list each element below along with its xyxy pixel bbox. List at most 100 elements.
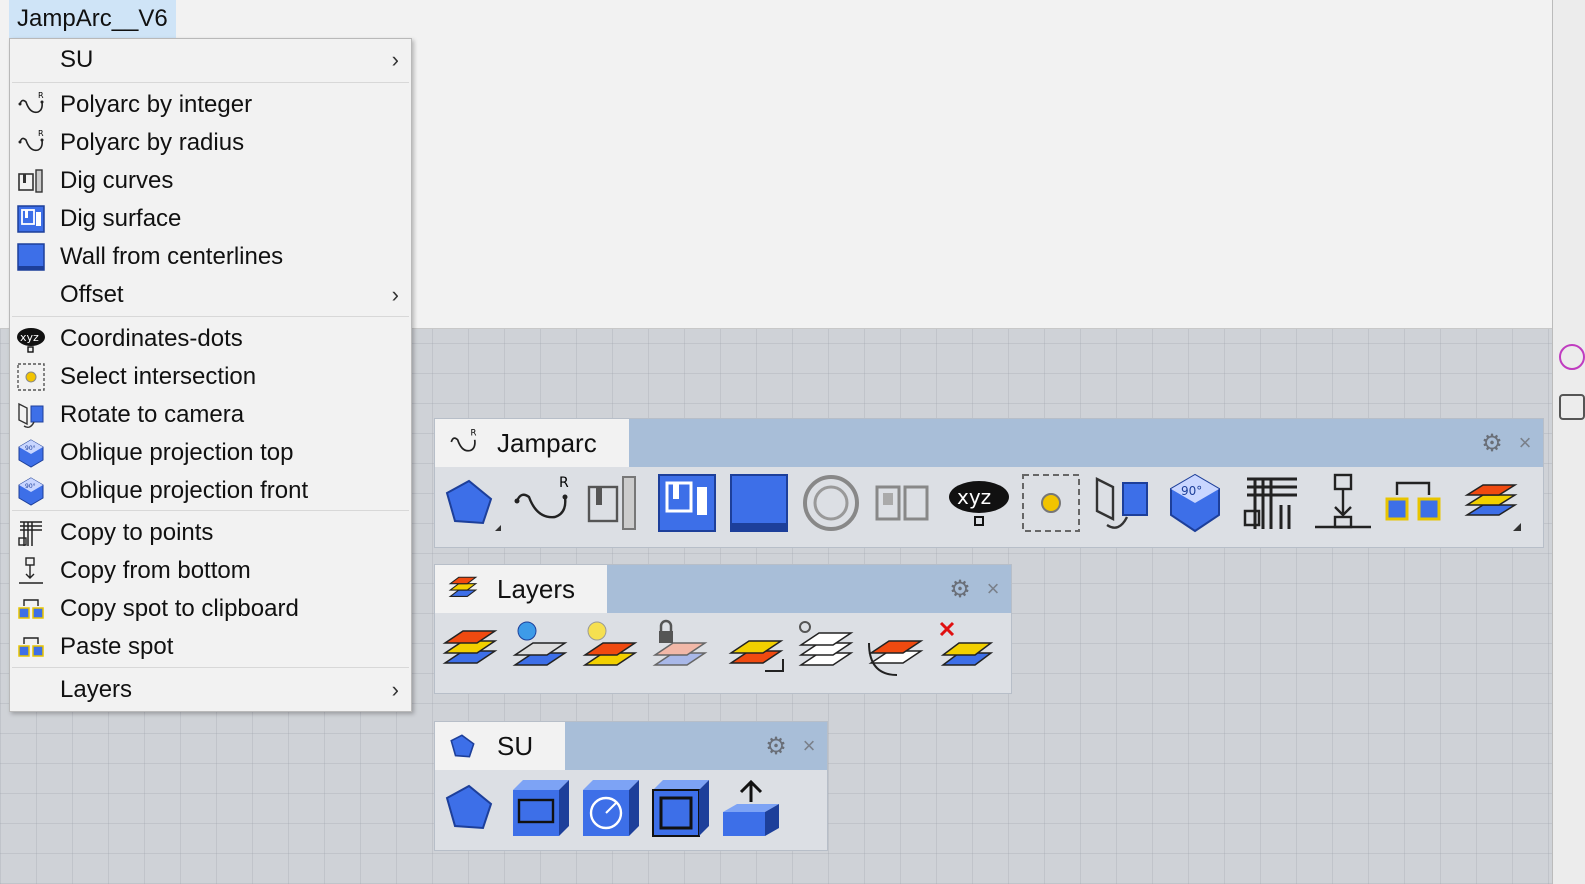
right-side-strip xyxy=(1552,0,1585,884)
gear-icon[interactable]: ⚙ xyxy=(1479,431,1505,457)
gear-icon[interactable]: ⚙ xyxy=(763,734,789,760)
menu-separator xyxy=(12,316,409,317)
toolbar-body xyxy=(435,770,827,850)
menu-item-label: Wall from centerlines xyxy=(60,243,284,270)
copy-spot-icon xyxy=(18,599,44,619)
layer-swap-icon[interactable] xyxy=(865,619,929,683)
menu-item-label: Polyarc by integer xyxy=(60,91,253,118)
menu-item-polyarc-by-radius[interactable]: R Polyarc by radius xyxy=(10,125,411,161)
oblique-front-icon: 90° xyxy=(18,477,44,506)
wall-icon[interactable] xyxy=(727,471,791,535)
menu-item-label: Select intersection xyxy=(60,363,257,390)
menu-item-layers[interactable]: Layers › xyxy=(10,672,411,708)
close-icon[interactable]: × xyxy=(983,577,1003,601)
menu-item-oblique-projection-front[interactable]: 90° Oblique projection front xyxy=(10,473,411,509)
gear-icon[interactable]: ⚙ xyxy=(947,577,973,603)
toolbar-su: SU ⚙ × xyxy=(434,721,828,851)
select-intersection-icon[interactable] xyxy=(1019,471,1083,535)
shape-tool-icon xyxy=(450,734,475,758)
menu-item-paste-spot[interactable]: Paste spot xyxy=(10,629,411,665)
svg-text:R: R xyxy=(470,429,476,439)
copy-bottom-icon[interactable] xyxy=(1311,471,1375,535)
shape-tool-icon[interactable] xyxy=(439,776,503,840)
toolbar-tab[interactable]: Layers xyxy=(435,565,607,613)
menu-item-copy-to-points[interactable]: Copy to points xyxy=(10,515,411,551)
menu-item-label: Dig surface xyxy=(60,205,182,232)
toolbar-title: Jamparc xyxy=(497,428,597,458)
menu-item-label: Oblique projection top xyxy=(60,439,294,466)
square-box-icon[interactable] xyxy=(649,776,713,840)
oblique-top-icon[interactable]: 90° xyxy=(1163,471,1227,535)
svg-text:xyz: xyz xyxy=(20,331,39,344)
chevron-right-icon: › xyxy=(391,677,399,702)
menu-item-copy-spot-to-clipboard[interactable]: Copy spot to clipboard xyxy=(10,591,411,627)
menu-title-tab[interactable]: JampArc__V6 xyxy=(9,0,176,38)
offset-curves-icon[interactable] xyxy=(871,471,935,535)
menu-item-label: Copy from bottom xyxy=(60,557,251,584)
menu-item-su[interactable]: SU › xyxy=(10,42,411,78)
menu-item-oblique-projection-top[interactable]: 90° Oblique projection top xyxy=(10,435,411,471)
toolbar-title: SU xyxy=(497,731,534,761)
svg-text:xyz: xyz xyxy=(957,485,991,509)
toolbar-body xyxy=(435,613,1011,693)
color-wheel-icon[interactable] xyxy=(1559,344,1585,370)
svg-text:R: R xyxy=(38,129,44,138)
close-icon[interactable]: × xyxy=(1515,431,1535,455)
layer-delete-icon[interactable] xyxy=(935,619,999,683)
menu-item-polyarc-by-integer[interactable]: R Polyarc by integer xyxy=(10,87,411,123)
menu-separator xyxy=(12,667,409,668)
chevron-right-icon: › xyxy=(391,282,399,307)
dig-surface-icon[interactable] xyxy=(655,471,719,535)
shape-tool-icon[interactable] xyxy=(439,471,503,535)
menu-item-wall-from-centerlines[interactable]: Wall from centerlines xyxy=(10,239,411,275)
menu-item-copy-from-bottom[interactable]: Copy from bottom xyxy=(10,553,411,589)
layers-icon[interactable] xyxy=(1459,471,1523,535)
panel-icon[interactable] xyxy=(1559,394,1585,420)
menu-item-coordinates-dots[interactable]: xyz Coordinates-dots xyxy=(10,321,411,357)
layer-visibility-icon[interactable] xyxy=(509,619,573,683)
svg-text:90°: 90° xyxy=(1181,484,1202,498)
menu-item-dig-curves[interactable]: Dig curves xyxy=(10,163,411,199)
menu-item-select-intersection[interactable]: Select intersection xyxy=(10,359,411,395)
copy-spot-icon[interactable] xyxy=(1383,471,1447,535)
close-icon[interactable]: × xyxy=(799,734,819,758)
layer-light-icon[interactable] xyxy=(579,619,643,683)
rectangle-box-icon[interactable] xyxy=(509,776,573,840)
wall-icon xyxy=(17,243,45,271)
toolbar-tab[interactable]: SU xyxy=(435,722,565,770)
rotate-camera-icon[interactable] xyxy=(1091,471,1155,535)
toolbar-tab[interactable]: R Jamparc xyxy=(435,419,629,467)
copy-points-icon[interactable] xyxy=(1239,471,1303,535)
menu-item-label: Paste spot xyxy=(60,633,174,660)
polyarc-radius-icon: R xyxy=(18,129,44,152)
menu-item-label: Polyarc by radius xyxy=(60,129,245,156)
layers-manager-icon[interactable] xyxy=(439,619,503,683)
layer-copy-icon[interactable] xyxy=(725,619,789,683)
menu-item-rotate-to-camera[interactable]: Rotate to camera xyxy=(10,397,411,433)
toolbar-layers: Layers ⚙ × xyxy=(434,564,1012,694)
dig-curves-icon[interactable] xyxy=(583,471,647,535)
menu-item-dig-surface[interactable]: Dig surface xyxy=(10,201,411,237)
menu-item-label: Rotate to camera xyxy=(60,401,245,428)
copy-bottom-icon xyxy=(19,557,43,584)
toolbar-body: R xyz 90° xyxy=(435,467,1543,547)
toolbar-title: Layers xyxy=(497,574,576,604)
extrude-icon[interactable] xyxy=(719,776,783,840)
layer-settings-icon[interactable] xyxy=(795,619,859,683)
menu-item-label: Layers xyxy=(60,676,133,703)
menu-item-label: SU xyxy=(60,46,94,73)
menu-separator xyxy=(12,82,409,83)
menu-separator xyxy=(12,510,409,511)
circle-box-icon[interactable] xyxy=(579,776,643,840)
menu-item-label: Copy spot to clipboard xyxy=(60,595,299,622)
chevron-right-icon: › xyxy=(391,47,399,72)
offset-icon[interactable] xyxy=(799,471,863,535)
menu-item-label: Oblique projection front xyxy=(60,477,309,504)
oblique-top-icon: 90° xyxy=(18,439,44,468)
polyarc-icon[interactable]: R xyxy=(511,471,575,535)
menu-item-offset[interactable]: Offset › xyxy=(10,277,411,313)
xyz-icon[interactable]: xyz xyxy=(947,471,1011,535)
menu-item-label: Coordinates-dots xyxy=(60,325,243,352)
layer-lock-icon[interactable] xyxy=(649,619,713,683)
polyarc-icon: R xyxy=(450,429,476,452)
